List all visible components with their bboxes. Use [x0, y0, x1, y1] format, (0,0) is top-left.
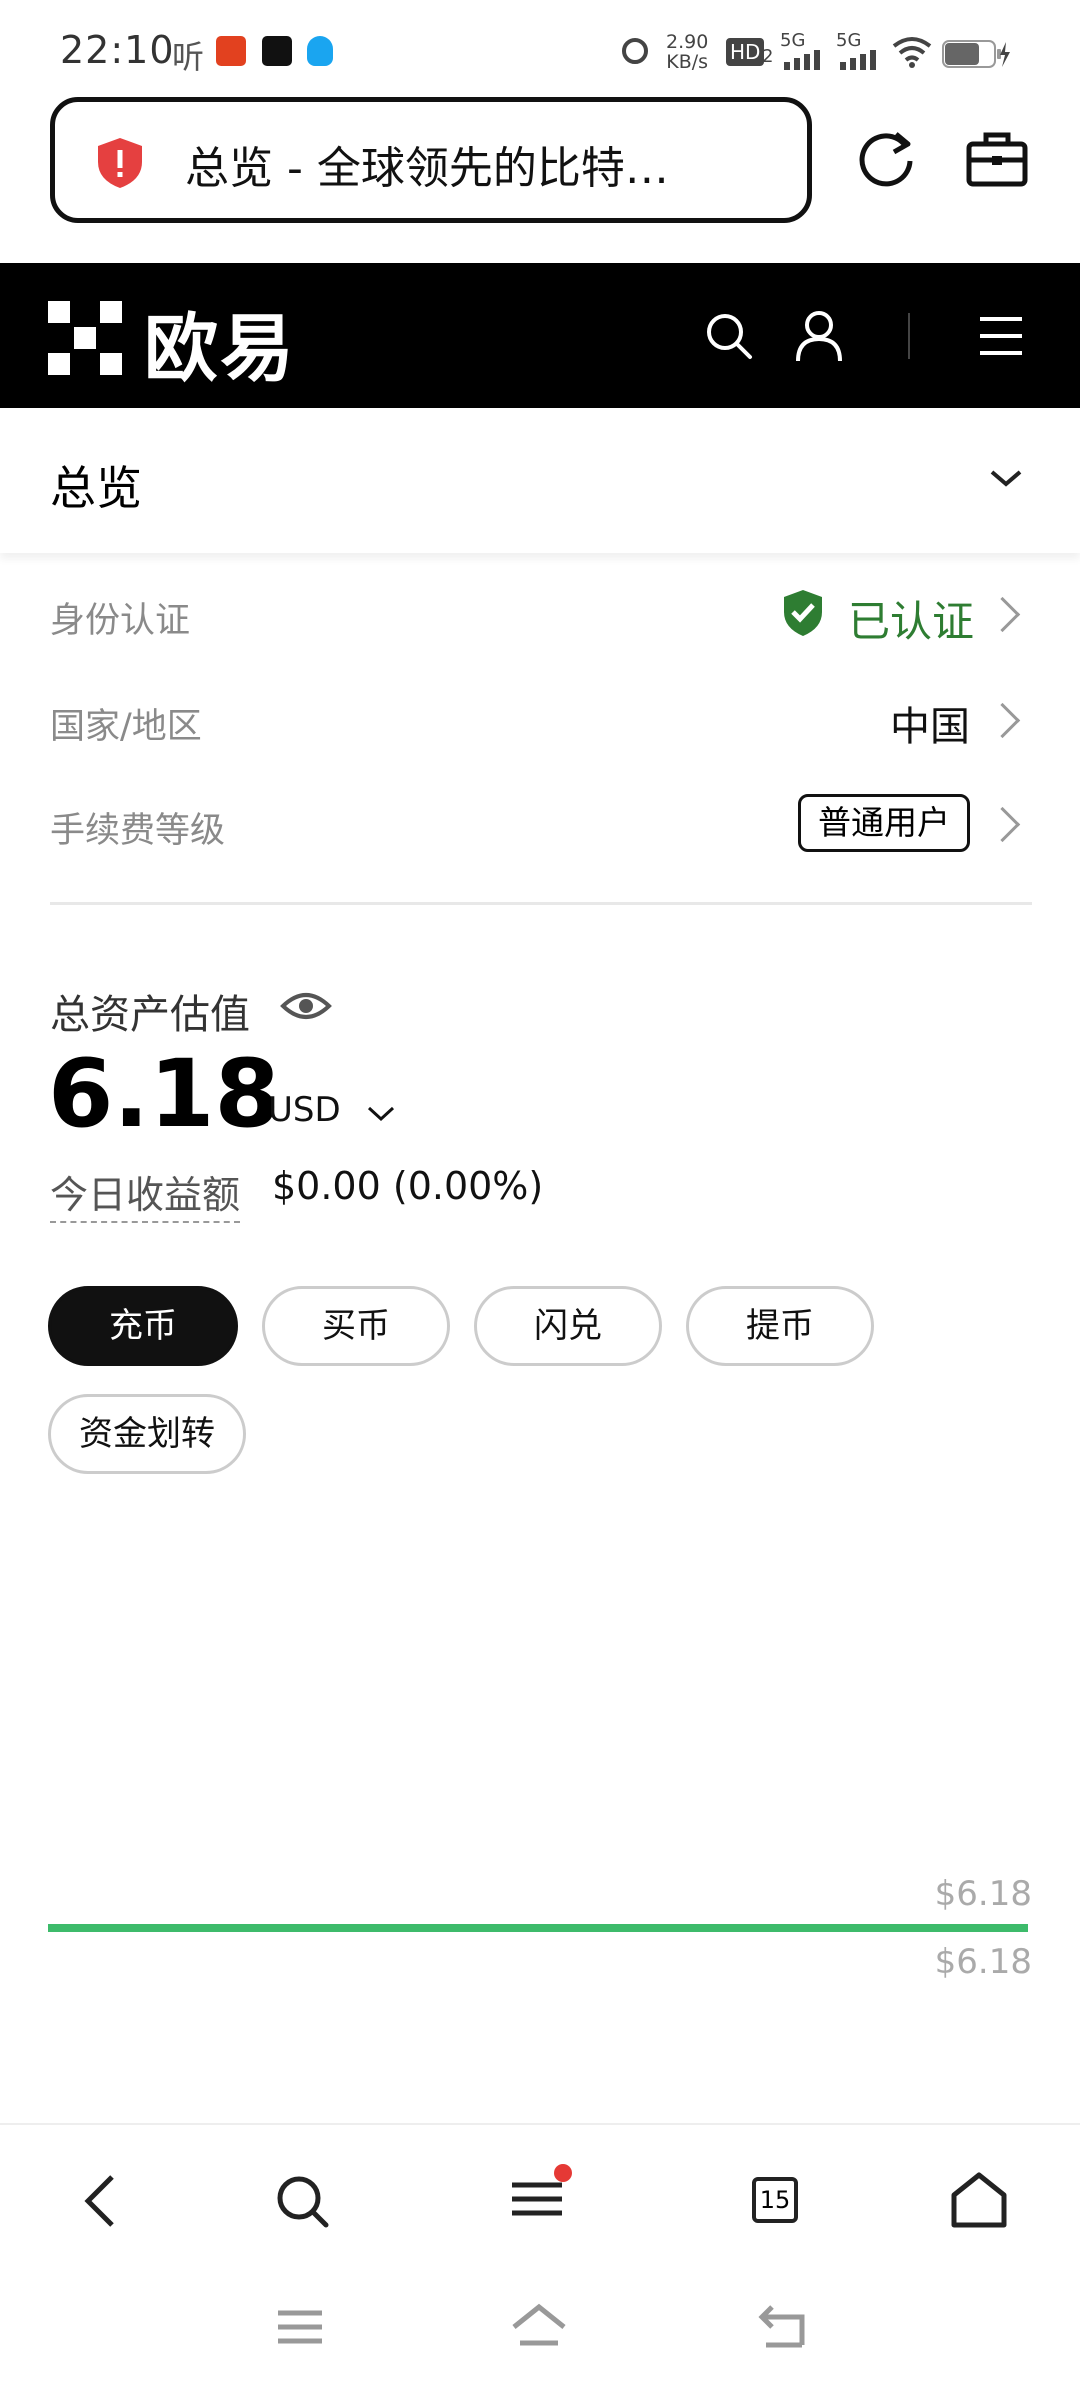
identity-row[interactable]: 身份认证 已认证	[0, 580, 1080, 650]
country-row[interactable]: 国家/地区 中国	[0, 686, 1080, 756]
signal-bars-icon	[840, 50, 876, 70]
tabs-count: 15	[759, 2186, 791, 2214]
browser-bottom-bar: 15	[0, 2123, 1080, 2402]
hd-icon: HD	[726, 38, 765, 66]
transfer-button[interactable]: 资金划转	[48, 1394, 246, 1474]
shield-icon	[98, 138, 142, 188]
toolbox-icon[interactable]	[966, 130, 1028, 188]
page-title: 总览 - 全球领先的比特…	[185, 143, 669, 194]
system-menu-icon[interactable]	[276, 2307, 324, 2347]
chart-max-label: $6.18	[934, 1874, 1032, 1914]
address-bar[interactable]: 总览 - 全球领先的比特…	[50, 97, 812, 223]
signal-5g-1: 5G	[780, 30, 806, 51]
battery-icon	[942, 40, 1010, 68]
search-icon[interactable]	[704, 311, 754, 361]
alarm-icon	[622, 38, 648, 64]
search-icon[interactable]	[276, 2175, 330, 2229]
chevron-right-icon	[984, 806, 1021, 843]
system-back-icon[interactable]	[756, 2305, 806, 2349]
tiktok-app-icon	[262, 36, 292, 66]
menu-icon[interactable]	[978, 315, 1024, 357]
brand-name: 欧易	[144, 306, 296, 392]
identity-status: 已认证	[848, 597, 975, 646]
signal-5g-2: 5G	[836, 30, 862, 51]
buy-button[interactable]: 买币	[262, 1286, 450, 1366]
country-value: 中国	[890, 704, 970, 750]
ting-app-icon: 听	[172, 38, 205, 76]
tabs-count-button[interactable]: 15	[752, 2177, 798, 2223]
status-bar: 22:10 听 2.90 KB/s HD 2 5G 5G	[0, 0, 1080, 100]
chart-svg	[48, 1924, 1028, 1932]
today-earnings-value: $0.00 (0.00%)	[272, 1164, 544, 1208]
wifi-icon	[892, 37, 932, 68]
header-divider	[908, 313, 910, 359]
system-home-icon[interactable]	[510, 2303, 568, 2349]
overview-title: 总览	[50, 461, 142, 515]
identity-label: 身份认证	[50, 601, 191, 641]
currency-selector[interactable]: USD	[268, 1090, 408, 1140]
deposit-button[interactable]: 充币	[48, 1286, 238, 1366]
status-time: 22:10	[60, 28, 175, 72]
country-label: 国家/地区	[50, 707, 202, 747]
chevron-right-icon	[984, 596, 1021, 633]
net-speed: 2.90 KB/s	[666, 32, 708, 72]
menu-icon[interactable]	[508, 2163, 572, 2223]
hd-sub: 2	[762, 46, 774, 67]
back-icon[interactable]	[80, 2173, 120, 2229]
okx-logo-icon[interactable]	[48, 301, 122, 375]
total-assets-label: 总资产估值	[50, 992, 250, 1038]
withdraw-button[interactable]: 提币	[686, 1286, 874, 1366]
fee-level-row[interactable]: 手续费等级 普通用户	[0, 790, 1080, 860]
home-icon[interactable]	[950, 2171, 1008, 2229]
total-assets-amount: 6.18	[48, 1040, 280, 1149]
chevron-down-icon	[367, 1106, 395, 1122]
verified-shield-icon	[784, 590, 822, 636]
overview-dropdown[interactable]: 总览	[0, 408, 1080, 553]
currency-label: USD	[268, 1090, 341, 1130]
chevron-right-icon	[984, 702, 1021, 739]
speed-unit: KB/s	[666, 51, 709, 73]
fee-level-badge: 普通用户	[798, 794, 970, 852]
qq-app-icon	[307, 36, 333, 66]
news-app-icon	[216, 36, 246, 66]
section-divider	[50, 902, 1032, 905]
site-header: 欧易	[0, 263, 1080, 408]
hd-label: HD	[730, 40, 761, 64]
refresh-icon[interactable]	[856, 130, 918, 192]
chart-min-label: $6.18	[934, 1942, 1032, 1982]
convert-button[interactable]: 闪兑	[474, 1286, 662, 1366]
today-earnings-label[interactable]: 今日收益额	[50, 1164, 241, 1223]
fee-level-label: 手续费等级	[50, 811, 226, 851]
chevron-down-icon	[990, 470, 1022, 487]
signal-bars-icon	[784, 50, 820, 70]
speed-value: 2.90	[666, 31, 709, 53]
eye-icon[interactable]	[280, 988, 332, 1024]
asset-chart: $6.18 $6.18	[0, 1860, 1080, 1990]
user-icon[interactable]	[794, 309, 844, 363]
